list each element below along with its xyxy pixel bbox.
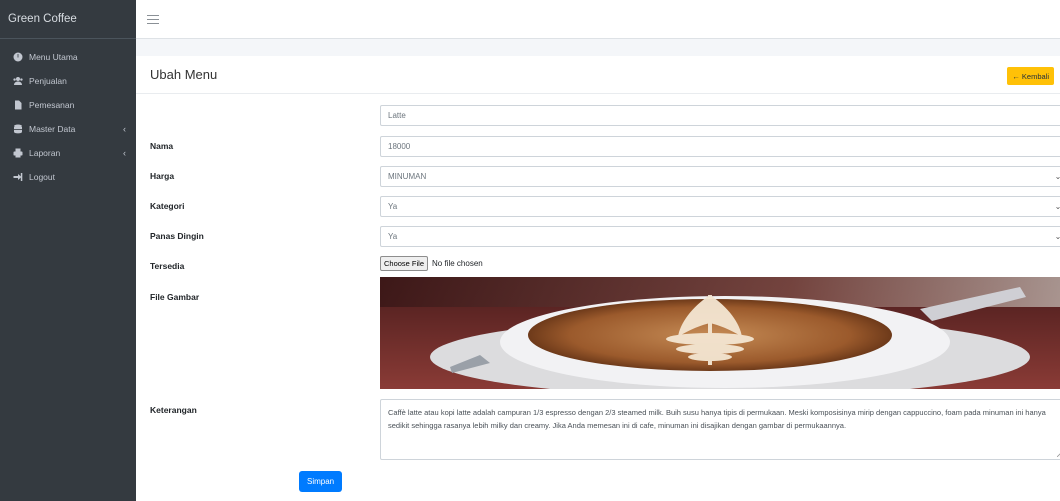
sidebar-item-penjualan[interactable]: Penjualan: [0, 69, 136, 93]
sidebar: Green Coffee Menu Utama Penjualan Pemesa…: [0, 0, 136, 501]
page-title: Ubah Menu: [150, 67, 218, 82]
chevron-down-icon: ⌄: [1054, 172, 1060, 181]
file-input: Choose File No file chosen: [380, 256, 483, 271]
sidebar-item-label: Menu Utama: [29, 52, 78, 62]
users-icon: [12, 75, 24, 87]
kategori-label: Kategori: [150, 201, 185, 211]
database-icon: [12, 123, 24, 135]
panas-dingin-select[interactable]: Ya ⌄: [380, 196, 1060, 217]
save-button[interactable]: Simpan: [299, 471, 343, 492]
choose-file-button[interactable]: Choose File: [380, 256, 429, 271]
panas-dingin-label: Panas Dingin: [150, 231, 204, 241]
sidebar-item-menu-utama[interactable]: Menu Utama: [0, 45, 136, 69]
kategori-select[interactable]: MINUMAN ⌄: [380, 166, 1060, 187]
dashboard-icon: [12, 51, 24, 63]
file-icon: [12, 99, 24, 111]
keterangan-textarea[interactable]: Caffè latte atau kopi latte adalah campu…: [380, 399, 1060, 460]
harga-value: 18000: [388, 142, 411, 151]
sidebar-item-pemesanan[interactable]: Pemesanan: [0, 93, 136, 117]
tersedia-value: Ya: [388, 232, 398, 241]
sidebar-item-label: Laporan: [29, 148, 61, 158]
kategori-value: MINUMAN: [388, 172, 427, 181]
sidebar-item-label: Penjualan: [29, 76, 67, 86]
nama-input[interactable]: Latte: [380, 105, 1060, 126]
sidebar-item-logout[interactable]: Logout: [0, 165, 136, 189]
sidebar-nav: Menu Utama Penjualan Pemesanan Master Da…: [0, 39, 136, 189]
nama-value: Latte: [388, 111, 406, 120]
top-navbar: [136, 0, 1060, 39]
chevron-down-icon: ⌄: [1054, 232, 1060, 241]
keterangan-value: Caffè latte atau kopi latte adalah campu…: [388, 408, 1046, 430]
file-gambar-label: File Gambar: [150, 292, 200, 302]
sidebar-item-label: Master Data: [29, 124, 76, 134]
sidebar-item-label: Logout: [29, 172, 55, 182]
printer-icon: [12, 147, 24, 159]
chevron-down-icon: ⌄: [1054, 202, 1060, 211]
card-header: Ubah Menu ← Kembali: [136, 56, 1060, 94]
chevron-left-icon: ‹: [123, 124, 126, 134]
file-status: No file chosen: [432, 259, 483, 268]
keterangan-label: Keterangan: [150, 405, 197, 415]
panas-dingin-value: Ya: [388, 202, 398, 211]
hamburger-menu-icon[interactable]: [147, 14, 159, 24]
sidebar-item-label: Pemesanan: [29, 100, 75, 110]
brand-link[interactable]: Green Coffee: [0, 0, 136, 39]
tersedia-label: Tersedia: [150, 261, 185, 271]
harga-label: Harga: [150, 171, 175, 181]
latte-art-image: [380, 277, 1060, 389]
harga-input[interactable]: 18000: [380, 136, 1060, 157]
tersedia-select[interactable]: Ya ⌄: [380, 226, 1060, 247]
edit-menu-card: Ubah Menu ← Kembali Nama Latte Harga 180…: [136, 56, 1060, 501]
menu-image-preview: [380, 277, 1060, 389]
sidebar-item-master-data[interactable]: Master Data ‹: [0, 117, 136, 141]
nama-label: Nama: [150, 141, 174, 151]
sign-out-icon: [12, 171, 24, 183]
sidebar-item-laporan[interactable]: Laporan ‹: [0, 141, 136, 165]
chevron-left-icon: ‹: [123, 148, 126, 158]
back-button[interactable]: ← Kembali: [1007, 67, 1054, 85]
